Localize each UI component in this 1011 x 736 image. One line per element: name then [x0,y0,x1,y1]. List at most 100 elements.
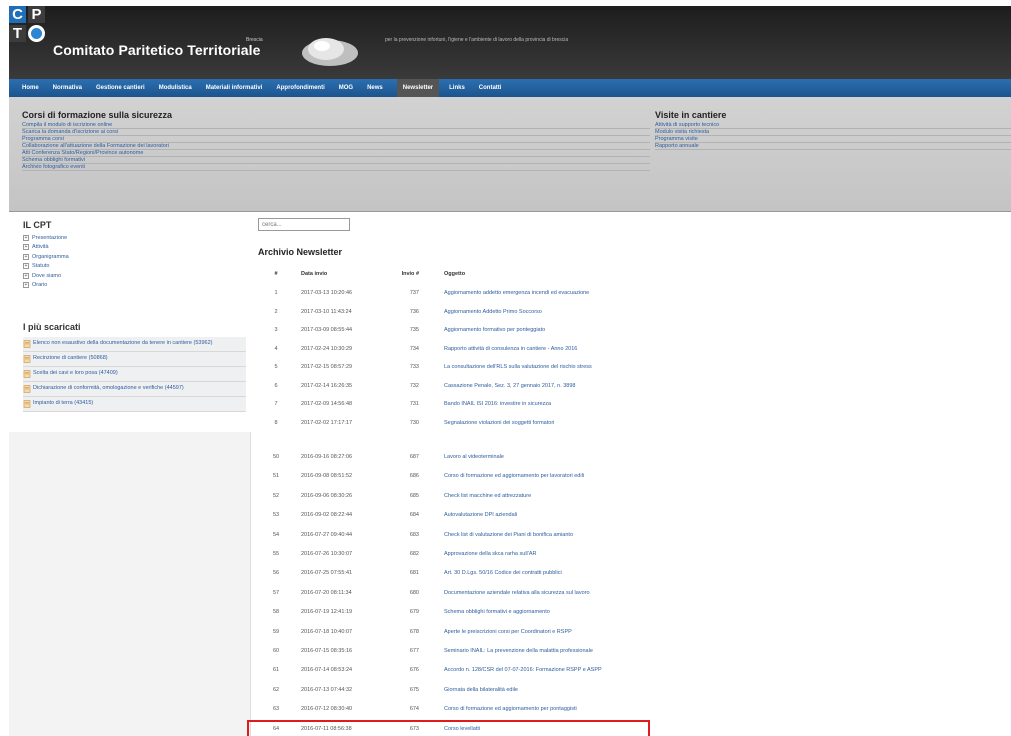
table-row[interactable]: 8 2017-02-02 17:17:17 730 Segnalazione viol… [262,417,1011,429]
visits-link[interactable]: Programma visite [655,136,1011,143]
nav-item-gestione-cantieri[interactable]: Gestione cantieri [96,85,145,91]
table-row[interactable]: 52 2016-09-06 08:30:26 685 Check list macch… [262,490,1011,502]
table-row[interactable]: 55 2016-07-26 10:30:07 682 Approvazione del… [262,548,1011,560]
row-subject-link[interactable]: Rapporto attività di consulenza in canti… [444,346,577,352]
expand-plus-icon[interactable]: + [23,282,29,289]
row-number: 57 [272,589,280,596]
nav-item-modulistica[interactable]: Modulistica [159,85,192,91]
cpt-menu-item[interactable]: + Organigramma [23,252,69,262]
nav-item-home[interactable]: Home [22,85,39,91]
training-link[interactable]: Archivio fotografico eventi [22,164,650,171]
header-row-number: # [274,271,278,277]
row-subject-link[interactable]: Documentazione aziendale relativa alla s… [444,590,590,596]
row-date: 2017-02-02 17:17:17 [301,419,353,426]
table-row[interactable]: 57 2016-07-20 08:11:34 680 Documentazione a… [262,587,1011,599]
nav-item-newsletter[interactable]: Newsletter [396,79,440,97]
training-link[interactable]: Compila il modulo di iscrizione online [22,122,650,129]
row-subject-link[interactable]: Giornata della bilateralità edile [444,687,518,693]
table-row[interactable]: 54 2016-07-27 09:40:44 683 Check list di va… [262,529,1011,541]
table-row[interactable]: 5 2017-02-15 08:57:29 733 La consultazione … [262,361,1011,373]
cpt-menu-item[interactable]: + Dove siamo [23,271,69,281]
download-item[interactable]: Dichiarazione di conformità, omologazion… [23,382,246,397]
row-number: 1 [274,290,278,296]
download-item[interactable]: Impianto di terra (43415) [23,397,246,412]
table-row[interactable]: 53 2016-09-02 08:22:44 684 Autovalutazione … [262,509,1011,521]
download-label: Dichiarazione di conformità, omologazion… [33,385,184,391]
table-row[interactable]: 6 2017-02-14 16:26:35 732 Cassazione Penale… [262,380,1011,392]
cpt-menu-item[interactable]: + Presentazione [23,233,69,243]
cpt-menu-label: Organigramma [32,253,69,260]
row-date: 2017-03-10 11:43:24 [301,308,352,315]
nav-item-contatti[interactable]: Contatti [479,85,502,91]
table-row[interactable]: 56 2016-07-25 07:55:41 681 Art. 30 D.Lgs. 5… [262,567,1011,579]
row-subject-link[interactable]: Corso di formazione ed aggiornamento per… [444,473,584,479]
row-send-id: 735 [409,327,419,333]
visits-link[interactable]: Rapporto annuale [655,143,1011,150]
visits-link[interactable]: Attività di supporto tecnico [655,122,1011,129]
row-subject-link[interactable]: Aperte le preiscrizioni corsi per Coordi… [444,629,572,635]
table-row[interactable]: 60 2016-07-15 08:35:16 677 Seminario INAIL:… [262,645,1011,657]
cpt-menu-item[interactable]: + Orario [23,281,69,291]
table-row[interactable]: 50 2016-09-16 08:27:06 687 Lavoro al videot… [262,451,1011,463]
table-row[interactable]: 62 2016-07-13 07:44:32 675 Giornata della b… [262,684,1011,696]
row-subject-link[interactable]: Aggiornamento formativo per ponteggiato [444,327,545,333]
table-row[interactable]: 7 2017-02-09 14:56:48 731 Bando INAIL ISI 2… [262,398,1011,410]
row-subject-link[interactable]: La consultazione dell'RLS sulla valutazi… [444,364,592,370]
row-subject-link[interactable]: Lavoro al videoterminale [444,454,504,460]
table-row[interactable]: 59 2016-07-18 10:40:07 678 Aperte le preisc… [262,626,1011,638]
search-input[interactable] [258,218,350,231]
row-send-id: 677 [409,648,419,654]
row-subject-link[interactable]: Bando INAIL ISI 2016: investire in sicur… [444,401,551,407]
table-row[interactable]: 2 2017-03-10 11:43:24 736 Aggiornamento Add… [262,306,1011,318]
row-subject-link[interactable]: Aggiornamento addetto emergenza incendi … [444,290,589,296]
row-subject-link[interactable]: Seminario INAIL: La prevenzione della ma… [444,648,593,654]
row-send-id: 679 [409,609,419,616]
table-row[interactable]: 3 2017-03-09 08:55:44 735 Aggiornamento for… [262,324,1011,336]
download-label: Elenco non esaustivo della documentazion… [33,340,213,346]
table-row[interactable]: 63 2016-07-12 08:30:40 674 Corso di formazi… [262,703,1011,715]
row-subject-link[interactable]: Autovalutazione DPI aziendali [444,512,517,518]
row-subject-link[interactable]: Check list di valutazione dei Piani di b… [444,532,573,538]
row-subject-link[interactable]: Art. 30 D.Lgs. 50/16 Codice dei contratt… [444,570,562,576]
row-subject-link[interactable]: Accordo n. 128/CSR del 07-07-2016: Forma… [444,667,602,673]
expand-plus-icon[interactable]: + [23,234,29,241]
table-row[interactable]: 4 2017-02-24 10:30:29 734 Rapporto attività… [262,343,1011,355]
expand-plus-icon[interactable]: + [23,263,29,270]
nav-item-news[interactable]: News [367,85,383,91]
nav-item-mog[interactable]: MOG [339,85,353,91]
row-number: 59 [272,628,280,635]
download-item[interactable]: Elenco non esaustivo della documentazion… [23,337,246,352]
nav-item-links[interactable]: Links [449,85,465,91]
training-link[interactable]: Scarica la domanda d'iscrizione ai corsi [22,129,650,136]
training-link[interactable]: Programma corsi [22,136,650,143]
training-link[interactable]: Schema obblighi formativi [22,157,650,164]
table-row[interactable]: 51 2016-09-08 08:51:52 686 Corso di formazi… [262,470,1011,482]
row-subject-link[interactable]: Corso di formazione ed aggiornamento per… [444,706,577,712]
nav-item-materiali-informativi[interactable]: Materiali informativi [206,85,263,91]
row-subject-link[interactable]: Cassazione Penale, Sez. 3, 27 gennaio 20… [444,383,576,389]
table-row[interactable]: 1 2017-03-13 10:20:46 737 Aggiornamento add… [262,287,1011,299]
cpt-logo[interactable]: C P T [9,6,45,61]
helmet-image-icon [302,38,358,66]
nav-item-approfondimenti[interactable]: Approfondimenti [276,85,324,91]
cpt-menu-item[interactable]: + Statuto [23,262,69,272]
cpt-menu-item[interactable]: + Attività [23,243,69,253]
row-subject-link[interactable]: Approvazione della skca rarha sull'AR [444,551,536,557]
download-item[interactable]: Recinzione di cantiere (50868) [23,352,246,367]
expand-plus-icon[interactable]: + [23,244,29,251]
header-row-subject-link: Oggetto [444,271,466,277]
row-subject-link[interactable]: Aggiornamento Addetto Primo Soccorso [444,309,542,315]
row-subject-link[interactable]: Segnalazione violazioni dei soggetti for… [444,420,554,426]
expand-plus-icon[interactable]: + [23,272,29,279]
training-link[interactable]: Collaborazione all'attuazione della Form… [22,143,650,150]
expand-plus-icon[interactable]: + [23,253,29,260]
table-row[interactable]: 61 2016-07-14 08:53:24 676 Accordo n. 128/C… [262,664,1011,676]
download-item[interactable]: Scelta dei cavi e loro posa (47409) [23,367,246,382]
row-subject-link[interactable]: Check list macchine ed attrezzature [444,493,531,499]
row-send-id: 687 [409,454,419,460]
nav-item-normativa[interactable]: Normativa [53,85,82,91]
row-subject-link[interactable]: Schema obblighi formativi e aggiornament… [444,609,550,615]
table-row[interactable]: 58 2016-07-19 12:41:19 679 Schema obblighi … [262,606,1011,618]
training-link[interactable]: Atti Conferenza Stato/Regioni/Province a… [22,150,650,157]
visits-link[interactable]: Modulo visita richiesta [655,129,1011,136]
